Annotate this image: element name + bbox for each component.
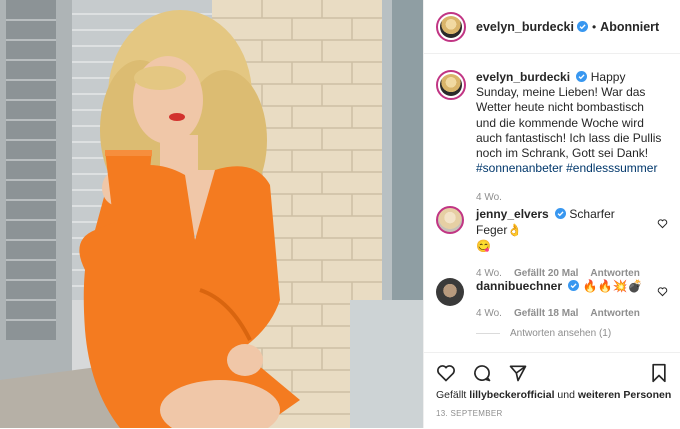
- follow-button[interactable]: Abonniert: [600, 20, 659, 34]
- likes-summary[interactable]: Gefällt lillybeckerofficial und weiteren…: [436, 389, 671, 401]
- verified-icon: [555, 208, 567, 219]
- bookmark-icon[interactable]: [650, 363, 668, 383]
- post-sidebar: evelyn_burdecki • Abonniert evelyn_burde…: [423, 0, 680, 428]
- header-separator: •: [591, 19, 597, 34]
- commenter-avatar[interactable]: [436, 278, 464, 306]
- caption-avatar[interactable]: [436, 70, 466, 100]
- view-replies-button[interactable]: Antworten ansehen (1): [476, 328, 611, 339]
- heart-icon[interactable]: [657, 286, 668, 297]
- heart-icon[interactable]: [436, 363, 456, 383]
- photo-scene: [0, 0, 423, 428]
- commenter-avatar[interactable]: [436, 206, 464, 234]
- likes-user[interactable]: lillybeckerofficial: [469, 389, 554, 401]
- hashtag-link[interactable]: #sonnenanbeter: [476, 161, 563, 175]
- comment-item: dannibuechner 🔥🔥💥💣 4 Wo. Gefällt 18 Mal …: [436, 278, 676, 322]
- author-username[interactable]: evelyn_burdecki: [476, 20, 574, 34]
- commenter-username[interactable]: dannibuechner: [476, 279, 562, 293]
- post-caption: evelyn_burdecki Happy Sunday, meine Lieb…: [436, 70, 668, 206]
- author-avatar[interactable]: [436, 11, 466, 42]
- likes-middle: und: [557, 389, 575, 401]
- post-header: evelyn_burdecki • Abonniert: [424, 0, 680, 54]
- verified-icon: [576, 71, 588, 82]
- post-photo[interactable]: [0, 0, 423, 428]
- view-replies-label: Antworten ansehen (1): [510, 328, 612, 339]
- comment-likes[interactable]: Gefällt 18 Mal: [514, 306, 578, 322]
- likes-others[interactable]: weiteren Personen: [578, 389, 671, 401]
- caption-username[interactable]: evelyn_burdecki: [476, 70, 570, 84]
- reply-button[interactable]: Antworten: [590, 306, 639, 322]
- hashtag-link[interactable]: #endlesssummer: [566, 161, 657, 175]
- commenter-username[interactable]: jenny_elvers: [476, 207, 549, 221]
- comment-item: jenny_elvers Scharfer Feger👌 😋 4 Wo. Gef…: [436, 206, 676, 282]
- post-date[interactable]: 13. SEPTEMBER: [436, 409, 503, 418]
- share-icon[interactable]: [508, 363, 528, 383]
- comment-time[interactable]: 4 Wo.: [476, 306, 502, 322]
- comment-text: 🔥🔥💥💣: [582, 279, 643, 293]
- instagram-post: evelyn_burdecki • Abonniert evelyn_burde…: [0, 0, 680, 428]
- action-bar: Gefällt lillybeckerofficial und weiteren…: [424, 352, 680, 429]
- verified-icon: [568, 280, 580, 291]
- caption-time[interactable]: 4 Wo.: [476, 190, 666, 205]
- likes-prefix: Gefällt: [436, 389, 467, 401]
- verified-icon: [576, 21, 588, 32]
- heart-icon[interactable]: [657, 218, 668, 229]
- comment-icon[interactable]: [472, 363, 492, 383]
- replies-divider: [476, 333, 500, 334]
- comment-text-line2: 😋: [476, 239, 491, 253]
